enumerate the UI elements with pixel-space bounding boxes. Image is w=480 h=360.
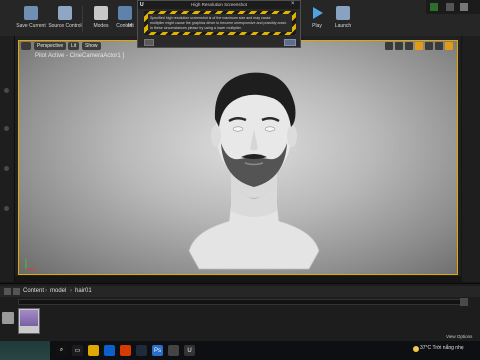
warning-message: Specified high resolution screenshot is … [148,14,292,32]
launch-label: Launch [334,23,352,29]
task-view-icon[interactable]: ▭ [72,345,83,356]
file-explorer-icon[interactable] [88,345,99,356]
minimize-icon[interactable] [446,3,454,11]
chrome-icon[interactable] [120,345,131,356]
dialog-left-button[interactable] [144,39,154,46]
content-path-bar: Content › model › hair01 [0,286,480,297]
viewport-transform-tools [385,42,453,50]
scale-snap-icon[interactable] [435,42,443,50]
back-icon[interactable] [4,288,11,295]
modes-icon [94,6,108,20]
weather-status[interactable]: 37°C Trời nắng nhẹ [420,345,464,351]
unreal-editor-icon[interactable] [168,345,179,356]
modes-label: Modes [93,23,109,29]
pilot-actor-label: Pilot Active - CineCameraActor1 ] [35,53,125,59]
breadcrumb-model[interactable]: model [50,286,66,297]
asset-search-bar[interactable] [18,299,468,305]
breadcrumb-hair01[interactable]: hair01 [75,286,92,297]
dialog-title: High Resolution Screenshot [138,1,300,9]
source-control-icon [58,6,72,20]
panel-handle-icon[interactable] [4,126,9,131]
play-icon [313,7,323,19]
viewport-options-icon[interactable] [21,42,31,50]
rotation-snap-icon[interactable] [425,42,433,50]
marketplace-label: M [127,23,133,29]
breadcrumb-content[interactable]: Content [23,286,44,297]
rotate-icon[interactable] [395,42,403,50]
warning-line: In these circumstances please try using … [150,26,242,30]
high-res-screenshot-dialog: High Resolution Screenshot U × Specified… [137,0,301,48]
breadcrumb-separator: › [45,288,47,294]
right-side-panel [462,36,480,282]
source-control-label: Source Control [48,23,82,29]
content-browser: Content › model › hair01 View Options [0,283,480,342]
edge-icon[interactable] [104,345,115,356]
axis-gizmo-icon [25,259,36,270]
lit-chip[interactable]: Lit [68,42,80,50]
head-model [188,72,320,270]
panel-handle-icon[interactable] [4,166,9,171]
translate-icon[interactable] [385,42,393,50]
maximize-icon[interactable] [460,3,468,11]
unreal-engine-icon[interactable]: U [184,345,195,356]
view-options-button[interactable]: View Options [446,334,472,339]
show-chip[interactable]: Show [82,42,101,50]
filter-icon[interactable] [460,298,468,306]
taskbar-preview-thumbnail[interactable] [0,341,50,360]
unreal-logo-icon: U [140,2,144,8]
folder-tree-icon[interactable] [13,288,20,295]
camera-speed-icon[interactable] [445,42,453,50]
capture-button[interactable] [284,39,296,46]
close-icon[interactable]: × [291,1,295,7]
save-current-label: Save Current [16,23,46,29]
weather-icon [413,346,419,352]
warning-line: multiplier might cause the graphics driv… [150,21,288,25]
app-icon[interactable] [136,345,147,356]
source-control-button[interactable]: Source Control [48,4,82,34]
panel-handle-icon[interactable] [4,88,9,93]
perspective-chip[interactable]: Perspective [34,42,67,50]
play-label: Play [312,23,322,29]
scale-icon[interactable] [405,42,413,50]
grid-snap-icon[interactable] [415,42,423,50]
breadcrumb-separator: › [70,288,72,294]
window-controls-strip [426,0,480,14]
folder-icon[interactable] [2,312,14,324]
panel-handle-icon[interactable] [4,206,9,211]
marketplace-button[interactable]: M [122,4,138,34]
photoshop-icon[interactable]: Ps [152,345,163,356]
level-viewport[interactable]: Perspective Lit Show Pilot Active - Cine… [18,40,458,275]
save-current-button[interactable]: Save Current [14,4,48,34]
save-icon [24,6,38,20]
launch-icon [336,6,350,20]
asset-tile[interactable] [18,308,40,334]
asset-thumbnail [20,310,38,326]
windows-taskbar: ⌕ ▭ Ps U 37°C Trời nắng nhẹ [0,341,480,360]
status-icon [430,3,438,11]
warning-line: Specified high resolution screenshot is … [150,16,271,20]
launch-button[interactable]: Launch [326,4,360,34]
search-icon[interactable]: ⌕ [56,345,67,356]
left-side-panel [0,36,15,282]
toolbar-separator [82,6,83,32]
